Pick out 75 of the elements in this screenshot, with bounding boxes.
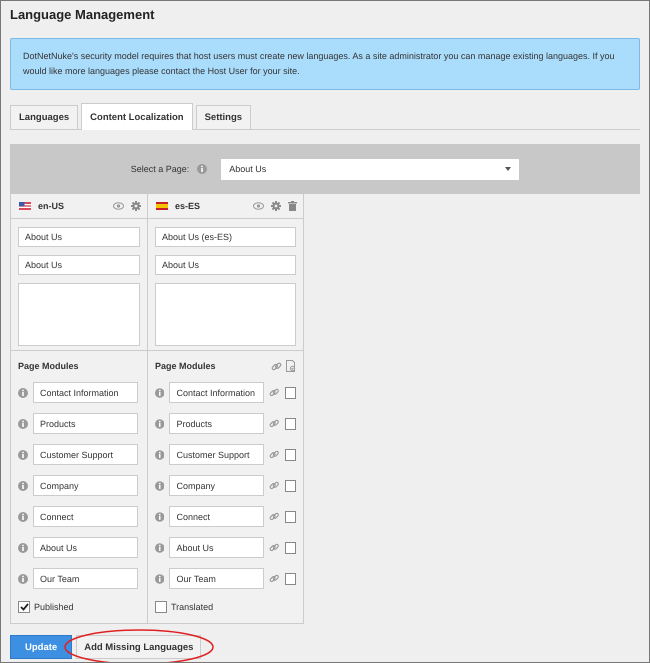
module-title-field[interactable]: Our Team: [169, 568, 264, 589]
caret-icon: [505, 167, 512, 171]
module-title-field[interactable]: Products: [33, 413, 138, 434]
link-icon[interactable]: [269, 480, 280, 491]
module-checkbox[interactable]: [284, 572, 296, 584]
add-languages-button[interactable]: Add Missing Languages: [76, 635, 202, 659]
info-icon: [155, 388, 164, 398]
module-checkbox[interactable]: [284, 542, 296, 554]
description-field[interactable]: [155, 283, 296, 346]
module-checkbox[interactable]: [284, 480, 296, 492]
info-icon: [155, 480, 164, 490]
page-title-field[interactable]: About Us (es-ES): [155, 227, 296, 247]
info-icon: [18, 450, 28, 460]
module-checkbox[interactable]: [284, 510, 296, 522]
tab[interactable]: Content Localization: [81, 103, 193, 130]
module-title-field[interactable]: Connect: [33, 506, 138, 527]
description-field[interactable]: [18, 283, 140, 346]
info-icon: [18, 480, 28, 490]
link-icon[interactable]: [269, 573, 280, 584]
module-title-field[interactable]: About Us: [33, 537, 138, 558]
link-icon[interactable]: [269, 449, 280, 460]
tab[interactable]: Languages: [10, 105, 78, 129]
status-checkbox[interactable]: [18, 601, 30, 613]
flag-icon: [156, 202, 168, 210]
module-title-field[interactable]: Products: [169, 413, 264, 434]
module-checkbox[interactable]: [284, 448, 296, 460]
settings-icon[interactable]: [131, 201, 141, 211]
info-icon: [155, 418, 164, 428]
info-icon: [155, 512, 164, 522]
page-dropdown[interactable]: About Us: [221, 158, 520, 180]
info-icon: [18, 512, 28, 522]
info-icon: [18, 574, 28, 584]
eye-icon[interactable]: [253, 202, 264, 210]
module-title-field[interactable]: Contact Information: [169, 382, 264, 403]
link-icon[interactable]: [269, 387, 280, 398]
module-title-field[interactable]: Customer Support: [33, 444, 138, 465]
info-icon: [155, 450, 164, 460]
eye-icon[interactable]: [113, 202, 124, 210]
page-title: Language Management: [10, 7, 156, 22]
checkbox-label: Published: [34, 602, 74, 612]
info-icon: [197, 164, 208, 174]
link-icon[interactable]: [269, 418, 280, 429]
link-icon[interactable]: [269, 542, 280, 553]
section-heading: Page Modules: [155, 361, 216, 371]
module-title-field[interactable]: Our Team: [33, 568, 138, 589]
link-icon[interactable]: [271, 360, 282, 372]
module-checkbox[interactable]: [284, 418, 296, 430]
module-checkbox[interactable]: [284, 386, 296, 398]
checkbox-label: Translated: [171, 602, 214, 612]
info-icon: [18, 388, 28, 398]
settings-icon[interactable]: [271, 201, 281, 211]
module-title-field[interactable]: Connect: [169, 506, 264, 527]
status-checkbox[interactable]: [155, 601, 167, 613]
module-title-field[interactable]: Customer Support: [169, 444, 264, 465]
module-title-field[interactable]: Company: [169, 475, 264, 496]
page-name-field[interactable]: About Us: [18, 255, 140, 275]
field-label: Select a Page:: [130, 164, 190, 174]
trash-icon[interactable]: [288, 201, 297, 211]
info-notice: DotNetNuke's security model requires that host users must create new languages. As a site administrator you can manage existing languages. If you would like more languages please contact the Host User for your site.: [10, 38, 640, 90]
module-title-field[interactable]: About Us: [169, 537, 264, 558]
section-heading: Page Modules: [18, 361, 79, 371]
info-icon: [155, 574, 164, 584]
module-title-field[interactable]: Company: [33, 475, 138, 496]
tab[interactable]: Settings: [196, 105, 252, 129]
page-name-field[interactable]: About Us: [155, 255, 296, 275]
locale-code: en-US: [38, 201, 66, 211]
document-check-icon[interactable]: [286, 360, 296, 372]
locale-code: es-ES: [175, 201, 202, 211]
info-icon: [18, 418, 28, 428]
page-title-field[interactable]: About Us: [18, 227, 140, 247]
info-icon: [18, 542, 28, 552]
flag-icon: [19, 202, 31, 210]
info-icon: [155, 542, 164, 552]
link-icon[interactable]: [269, 511, 280, 522]
module-title-field[interactable]: Contact Information: [33, 382, 138, 403]
